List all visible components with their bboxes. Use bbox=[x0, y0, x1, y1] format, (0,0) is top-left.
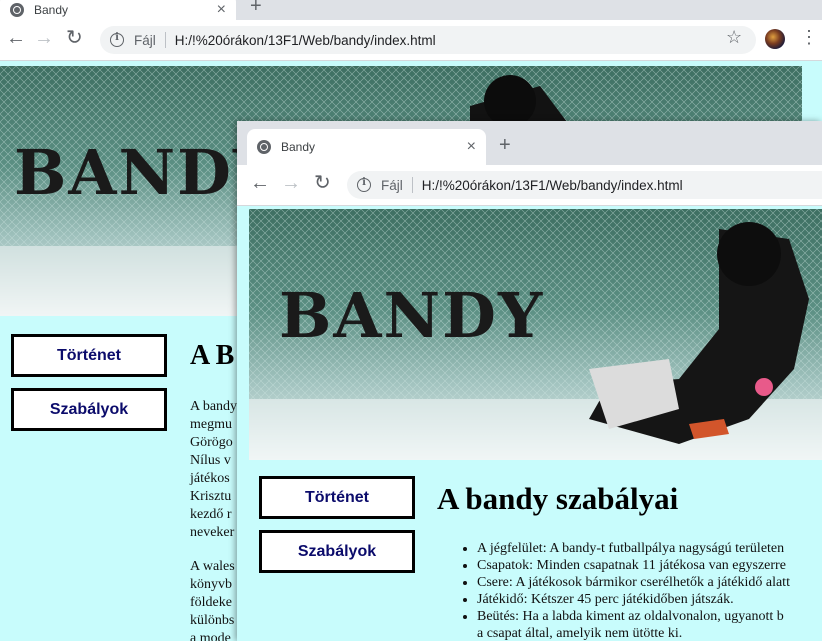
menu-icon[interactable]: ⋮ bbox=[800, 28, 818, 46]
front-banner-image: BANDY bbox=[249, 209, 822, 460]
scheme-label: Fájl bbox=[134, 32, 156, 48]
front-toolbar: ← → ↻ Fájl H:/!%20órákon/13F1/Web/bandy/… bbox=[237, 165, 822, 206]
front-address-bar[interactable]: Fájl H:/!%20órákon/13F1/Web/bandy/index.… bbox=[347, 171, 822, 199]
text-line: A bandy bbox=[190, 399, 238, 414]
back-arrow-icon[interactable]: ← bbox=[6, 28, 26, 48]
front-new-tab-icon[interactable]: + bbox=[499, 135, 511, 155]
globe-icon bbox=[257, 140, 271, 154]
back-tab-title: Bandy bbox=[34, 3, 69, 17]
back-paragraph-2: A wales könyvb földeke különbs a mode bbox=[190, 558, 235, 641]
front-banner-text: BANDY bbox=[279, 279, 545, 352]
front-browser-window: Bandy × + ← → ↻ Fájl H:/!%20órákon/13F1/… bbox=[237, 121, 822, 641]
text-line: neveker bbox=[190, 525, 235, 540]
text-line: a mode bbox=[190, 631, 231, 641]
back-nav-tortenet-button[interactable]: Történet bbox=[11, 334, 167, 377]
info-icon[interactable] bbox=[110, 32, 124, 47]
front-tab-title: Bandy bbox=[281, 140, 316, 154]
back-paragraph-1: A bandy megmu Görögo Nílus v játékos Kri… bbox=[190, 398, 237, 542]
text-line: könyvb bbox=[190, 577, 232, 592]
front-tab-close-icon[interactable]: × bbox=[467, 139, 476, 155]
text-line: kezdő r bbox=[190, 507, 232, 522]
back-arrow-icon[interactable]: ← bbox=[250, 173, 270, 193]
rule-item: Játékidő: Kétszer 45 perc játékidőben já… bbox=[477, 591, 790, 608]
back-address-bar[interactable]: Fájl H:/!%20órákon/13F1/Web/bandy/index.… bbox=[100, 26, 756, 54]
front-page-title: A bandy szabályai bbox=[437, 481, 679, 516]
omnibox-divider bbox=[164, 32, 166, 48]
text-line: megmu bbox=[190, 417, 232, 432]
rule-item: Beütés: Ha a labda kiment az oldalvonalo… bbox=[477, 608, 790, 625]
back-new-tab-icon[interactable]: + bbox=[250, 0, 262, 16]
rule-item: Csapatok: Minden csapatnak 11 játékosa v… bbox=[477, 557, 790, 574]
front-nav-tortenet-button[interactable]: Történet bbox=[259, 476, 415, 519]
rule-item: Csere: A játékosok bármikor cserélhetők … bbox=[477, 574, 790, 591]
back-toolbar: ← → ↻ Fájl H:/!%20órákon/13F1/Web/bandy/… bbox=[0, 20, 822, 61]
scheme-label: Fájl bbox=[381, 177, 403, 193]
forward-arrow-icon[interactable]: → bbox=[281, 173, 301, 193]
back-tab[interactable]: Bandy × bbox=[0, 0, 236, 20]
rules-list: A jégfelület: A bandy-t futballpálya nag… bbox=[437, 540, 790, 641]
text-line: A wales bbox=[190, 559, 235, 574]
text-line: földeke bbox=[190, 595, 232, 610]
text-line: különbs bbox=[190, 613, 235, 628]
reload-icon[interactable]: ↻ bbox=[66, 28, 83, 48]
back-page-title: A B bbox=[190, 340, 235, 371]
back-nav-szabalyok-button[interactable]: Szabályok bbox=[11, 388, 167, 431]
globe-icon bbox=[10, 3, 24, 17]
profile-avatar[interactable] bbox=[765, 29, 785, 49]
url-text[interactable]: H:/!%20órákon/13F1/Web/bandy/index.html bbox=[175, 33, 436, 48]
info-icon[interactable] bbox=[357, 177, 371, 192]
back-tab-close-icon[interactable]: × bbox=[217, 2, 226, 18]
reload-icon[interactable]: ↻ bbox=[314, 173, 331, 193]
text-line: Görögo bbox=[190, 435, 233, 450]
front-tab[interactable]: Bandy × bbox=[247, 129, 486, 165]
text-line: Krisztu bbox=[190, 489, 232, 504]
text-line: Nílus v bbox=[190, 453, 231, 468]
bookmark-star-icon[interactable]: ☆ bbox=[726, 28, 742, 46]
forward-arrow-icon[interactable]: → bbox=[34, 28, 54, 48]
text-line: játékos bbox=[190, 471, 230, 486]
rule-item: A jégfelület: A bandy-t futballpálya nag… bbox=[477, 540, 790, 557]
url-text[interactable]: H:/!%20órákon/13F1/Web/bandy/index.html bbox=[422, 178, 683, 193]
omnibox-divider bbox=[411, 177, 413, 193]
front-nav-szabalyok-button[interactable]: Szabályok bbox=[259, 530, 415, 573]
rule-item-continued: a csapat által, amelyik nem ütötte ki. bbox=[477, 626, 683, 641]
